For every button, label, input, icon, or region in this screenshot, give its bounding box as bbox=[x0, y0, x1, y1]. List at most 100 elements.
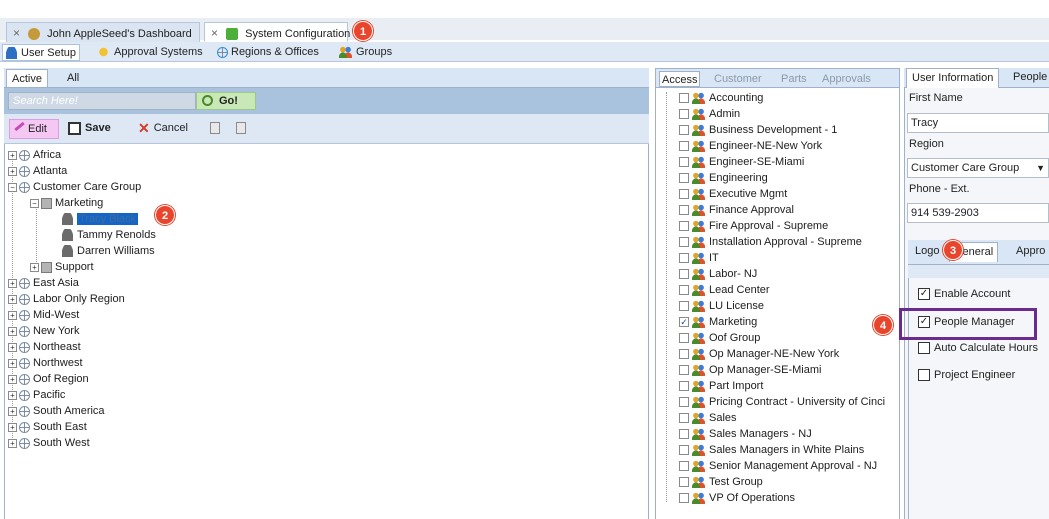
access-item[interactable]: Senior Management Approval - NJ bbox=[679, 459, 877, 474]
expand-icon[interactable]: + bbox=[8, 342, 17, 352]
tab-customer[interactable]: Customer bbox=[714, 71, 762, 87]
access-item[interactable]: Executive Mgmt bbox=[679, 187, 787, 202]
access-item[interactable]: Finance Approval bbox=[679, 203, 794, 218]
tab-approvals-inner[interactable]: Appro bbox=[1012, 242, 1049, 262]
expand-icon[interactable]: + bbox=[8, 438, 17, 448]
collapse-icon[interactable]: − bbox=[30, 198, 39, 208]
tree-node[interactable]: Darren Williams bbox=[62, 244, 155, 259]
access-checkbox[interactable] bbox=[679, 125, 689, 136]
expand-icon[interactable]: + bbox=[8, 150, 17, 160]
toolbar-approval-systems[interactable]: Approval Systems bbox=[94, 44, 206, 61]
access-item[interactable]: Sales bbox=[679, 411, 737, 426]
tree-node[interactable]: − Marketing bbox=[30, 196, 103, 211]
access-checkbox[interactable] bbox=[679, 349, 689, 360]
toolbar-user-setup[interactable]: User Setup bbox=[2, 44, 81, 61]
option-checkbox[interactable]: ✓ Enable Account bbox=[918, 286, 1010, 302]
go-button[interactable]: Go! bbox=[196, 92, 256, 110]
tab-user-information[interactable]: User Information bbox=[906, 68, 1000, 88]
access-checkbox[interactable] bbox=[679, 189, 689, 200]
option-checkbox[interactable]: Project Engineer bbox=[918, 367, 1015, 383]
access-item[interactable]: Pricing Contract - University of Cinci bbox=[679, 395, 885, 410]
access-checkbox[interactable] bbox=[679, 493, 689, 504]
close-icon[interactable]: × bbox=[211, 26, 218, 40]
access-checkbox[interactable] bbox=[679, 477, 689, 488]
expand-icon[interactable]: + bbox=[8, 406, 17, 416]
expand-icon[interactable]: + bbox=[8, 278, 17, 288]
tab-access[interactable]: Access bbox=[659, 71, 701, 87]
tree-node[interactable]: + Mid-West bbox=[8, 308, 79, 323]
tree-node[interactable]: + Africa bbox=[8, 148, 61, 163]
tree-node[interactable]: + Pacific bbox=[8, 388, 65, 403]
copy-icon[interactable] bbox=[210, 122, 220, 134]
access-checkbox[interactable] bbox=[679, 301, 689, 312]
expand-icon[interactable]: + bbox=[8, 374, 17, 384]
checked-box-icon[interactable]: ✓ bbox=[918, 288, 930, 301]
expand-icon[interactable]: + bbox=[8, 422, 17, 432]
access-item[interactable]: LU License bbox=[679, 299, 764, 314]
paste-icon[interactable] bbox=[236, 122, 246, 134]
tree-node[interactable]: + Atlanta bbox=[8, 164, 67, 179]
access-checkbox[interactable] bbox=[679, 397, 689, 408]
tab-approvals[interactable]: Approvals bbox=[822, 71, 871, 87]
tree-node[interactable]: + Oof Region bbox=[8, 372, 89, 387]
access-checkbox[interactable] bbox=[679, 365, 689, 376]
tab-parts[interactable]: Parts bbox=[781, 71, 807, 87]
tab-active[interactable]: Active bbox=[6, 69, 48, 87]
expand-icon[interactable]: + bbox=[8, 310, 17, 320]
close-icon[interactable]: × bbox=[13, 26, 20, 40]
tree-node[interactable]: + South West bbox=[8, 436, 90, 451]
access-item[interactable]: Op Manager-SE-Miami bbox=[679, 363, 821, 378]
tree-node[interactable]: − Customer Care Group bbox=[8, 180, 141, 195]
access-checkbox[interactable] bbox=[679, 429, 689, 440]
access-checkbox[interactable] bbox=[679, 445, 689, 456]
toolbar-regions-offices[interactable]: Regions & Offices bbox=[214, 44, 322, 61]
access-item[interactable]: Part Import bbox=[679, 379, 763, 394]
tree-node[interactable]: + South America bbox=[8, 404, 105, 419]
tab-people[interactable]: People bbox=[1008, 68, 1049, 88]
access-checkbox[interactable] bbox=[679, 381, 689, 392]
access-checkbox[interactable] bbox=[679, 205, 689, 216]
tree-node[interactable]: Tammy Renolds bbox=[62, 228, 156, 243]
access-item[interactable]: Sales Managers - NJ bbox=[679, 427, 812, 442]
cancel-button[interactable]: ✕ Cancel bbox=[138, 119, 188, 139]
unchecked-box-icon[interactable] bbox=[918, 369, 930, 382]
tree-node[interactable]: + Northeast bbox=[8, 340, 81, 355]
access-item[interactable]: Installation Approval - Supreme bbox=[679, 235, 862, 250]
unchecked-box-icon[interactable] bbox=[918, 342, 930, 355]
access-item[interactable]: IT bbox=[679, 251, 719, 266]
access-item[interactable]: Admin bbox=[679, 107, 740, 122]
save-button[interactable]: Save bbox=[68, 119, 111, 139]
tree-node[interactable]: + Northwest bbox=[8, 356, 83, 371]
toolbar-groups[interactable]: Groups bbox=[336, 44, 395, 61]
access-checkbox[interactable]: ✓ bbox=[679, 317, 689, 328]
access-checkbox[interactable] bbox=[679, 333, 689, 344]
access-item[interactable]: Labor- NJ bbox=[679, 267, 757, 282]
expand-icon[interactable]: + bbox=[8, 358, 17, 368]
access-item[interactable]: Sales Managers in White Plains bbox=[679, 443, 864, 458]
expand-icon[interactable]: + bbox=[8, 166, 17, 176]
access-item[interactable]: Lead Center bbox=[679, 283, 770, 298]
access-checkbox[interactable] bbox=[679, 157, 689, 168]
tree-node[interactable]: + Labor Only Region bbox=[8, 292, 125, 307]
edit-button[interactable]: Edit bbox=[9, 119, 59, 139]
access-item[interactable]: Accounting bbox=[679, 91, 763, 106]
access-checkbox[interactable] bbox=[679, 461, 689, 472]
region-select[interactable]: Customer Care Group ▼ bbox=[907, 158, 1049, 178]
option-checkbox[interactable]: Auto Calculate Hours bbox=[918, 340, 1038, 356]
access-item[interactable]: VP Of Operations bbox=[679, 491, 795, 506]
tab-logo[interactable]: Logo bbox=[911, 242, 943, 262]
access-checkbox[interactable] bbox=[679, 173, 689, 184]
phone-field[interactable]: 914 539-2903 bbox=[907, 203, 1049, 223]
access-item[interactable]: ✓ Marketing bbox=[679, 315, 757, 330]
access-item[interactable]: Oof Group bbox=[679, 331, 760, 346]
tree-node[interactable]: Tracy Black bbox=[62, 212, 139, 227]
first-name-field[interactable]: Tracy bbox=[907, 113, 1049, 133]
access-item[interactable]: Engineering bbox=[679, 171, 768, 186]
tree-node[interactable]: + Support bbox=[30, 260, 94, 275]
access-checkbox[interactable] bbox=[679, 221, 689, 232]
access-checkbox[interactable] bbox=[679, 237, 689, 248]
access-item[interactable]: Fire Approval - Supreme bbox=[679, 219, 828, 234]
access-checkbox[interactable] bbox=[679, 141, 689, 152]
expand-icon[interactable]: + bbox=[8, 390, 17, 400]
tab-dashboard[interactable]: × John AppleSeed's Dashboard bbox=[6, 22, 200, 42]
